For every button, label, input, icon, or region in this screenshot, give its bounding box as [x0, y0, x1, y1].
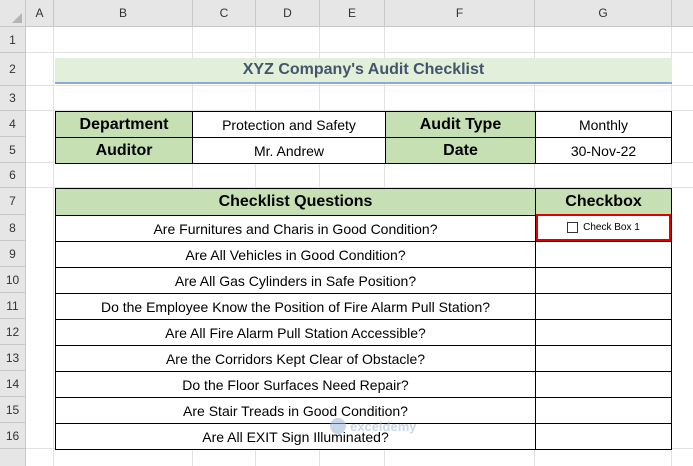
row-header-2[interactable]: 2 [0, 53, 26, 86]
question-cell[interactable]: Do the Employee Know the Position of Fir… [55, 293, 536, 320]
question-cell[interactable]: Are All Vehicles in Good Condition? [55, 241, 536, 268]
column-header-e[interactable]: E [320, 0, 385, 27]
row-header-9[interactable]: 9 [0, 241, 26, 267]
checkbox-cell[interactable] [535, 267, 672, 294]
grid-line [26, 85, 693, 86]
auditor-label[interactable]: Auditor [55, 137, 193, 164]
checkbox-selection-highlight[interactable]: Check Box 1 [536, 214, 671, 241]
column-header-b[interactable]: B [54, 0, 193, 27]
audit-type-label[interactable]: Audit Type [385, 111, 536, 138]
checkbox-cell[interactable] [535, 397, 672, 424]
column-header-h[interactable] [672, 0, 693, 27]
column-header-a[interactable]: A [26, 0, 54, 27]
row-header-7[interactable]: 7 [0, 188, 26, 215]
question-cell[interactable]: Do the Floor Surfaces Need Repair? [55, 371, 536, 398]
checkbox-header[interactable]: Checkbox [535, 188, 672, 216]
checkbox-cell[interactable] [535, 345, 672, 372]
watermark: exceldemy [330, 418, 417, 434]
question-cell[interactable]: Are Stair Treads in Good Condition? [55, 397, 536, 424]
department-label[interactable]: Department [55, 111, 193, 138]
select-all-corner[interactable] [0, 0, 26, 27]
row-header-13[interactable]: 13 [0, 345, 26, 371]
row-header-14[interactable]: 14 [0, 371, 26, 397]
column-header-d[interactable]: D [256, 0, 320, 27]
row-header-10[interactable]: 10 [0, 267, 26, 293]
column-header-g[interactable]: G [535, 0, 672, 27]
row-header-15[interactable]: 15 [0, 397, 26, 423]
checkbox-cell[interactable] [535, 241, 672, 268]
row-header-17[interactable] [0, 449, 26, 466]
date-label[interactable]: Date [385, 137, 536, 164]
checklist-title[interactable]: XYZ Company's Audit Checklist [55, 58, 672, 84]
checkbox-cell[interactable] [535, 371, 672, 398]
row-header-11[interactable]: 11 [0, 293, 26, 319]
grid-line [53, 27, 54, 466]
row-header-1[interactable]: 1 [0, 27, 26, 53]
auditor-value[interactable]: Mr. Andrew [192, 137, 386, 164]
row-header-4[interactable]: 4 [0, 111, 26, 137]
checkbox-cell[interactable] [535, 423, 672, 450]
checkbox-cell[interactable] [535, 319, 672, 346]
row-header-5[interactable]: 5 [0, 137, 26, 163]
grid-line [26, 52, 693, 53]
question-cell[interactable]: Are Furnitures and Charis in Good Condit… [55, 215, 536, 242]
watermark-text: exceldemy [350, 418, 417, 434]
column-header-c[interactable]: C [193, 0, 256, 27]
question-cell[interactable]: Are the Corridors Kept Clear of Obstacle… [55, 345, 536, 372]
question-cell[interactable]: Are All EXIT Sign Illuminated? [55, 423, 536, 450]
question-cell[interactable]: Are All Fire Alarm Pull Station Accessib… [55, 319, 536, 346]
check-box-1-label[interactable]: Check Box 1 [583, 222, 640, 233]
column-header-f[interactable]: F [385, 0, 535, 27]
question-cell[interactable]: Are All Gas Cylinders in Safe Position? [55, 267, 536, 294]
audit-type-value[interactable]: Monthly [535, 111, 672, 138]
checkbox-cell[interactable] [535, 293, 672, 320]
checklist-questions-header[interactable]: Checklist Questions [55, 188, 536, 216]
department-value[interactable]: Protection and Safety [192, 111, 386, 138]
row-header-6[interactable]: 6 [0, 163, 26, 188]
row-header-3[interactable]: 3 [0, 86, 26, 111]
date-value[interactable]: 30-Nov-22 [535, 137, 672, 164]
row-header-12[interactable]: 12 [0, 319, 26, 345]
row-header-16[interactable]: 16 [0, 423, 26, 449]
exceldemy-logo-icon [330, 418, 346, 434]
check-box-1[interactable] [567, 222, 579, 233]
row-header-8[interactable]: 8 [0, 215, 26, 241]
